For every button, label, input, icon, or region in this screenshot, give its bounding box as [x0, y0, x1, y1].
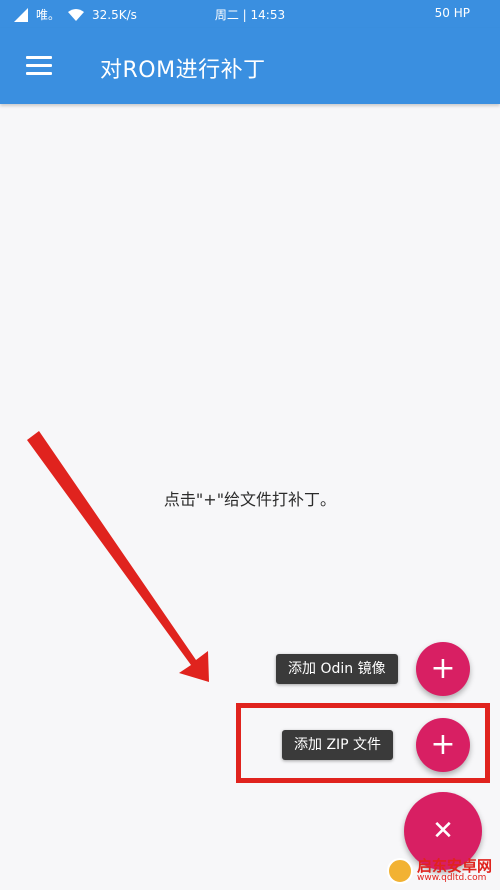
close-icon: ✕	[432, 816, 454, 846]
watermark: 启东安卓网 www.qdltd.com	[386, 856, 492, 884]
fab-label-add-odin[interactable]: 添加 Odin 镜像	[276, 654, 398, 684]
watermark-logo-icon	[386, 857, 413, 884]
status-time: 周二 | 14:53	[214, 8, 286, 22]
app-bar: 对ROM进行补丁	[0, 28, 500, 104]
watermark-main-text: 启东安卓网	[416, 856, 492, 875]
status-bar: 唯。 32.5K/s 周二 | 14:53 50 HP	[0, 0, 500, 28]
plus-icon: +	[430, 651, 456, 686]
annotation-highlight-box	[236, 703, 490, 783]
hamburger-menu-icon[interactable]	[26, 56, 52, 76]
empty-hint-text: 点击"+"给文件打补丁。	[163, 490, 337, 509]
watermark-sub-text: www.qdltd.com	[416, 873, 487, 884]
battery-status: 50 HP	[434, 6, 470, 20]
screen: 唯。 32.5K/s 周二 | 14:53 50 HP 对ROM进行补丁 点击"…	[0, 0, 500, 890]
page-title: 对ROM进行补丁	[100, 58, 266, 83]
add-odin-button[interactable]: +	[416, 642, 470, 696]
